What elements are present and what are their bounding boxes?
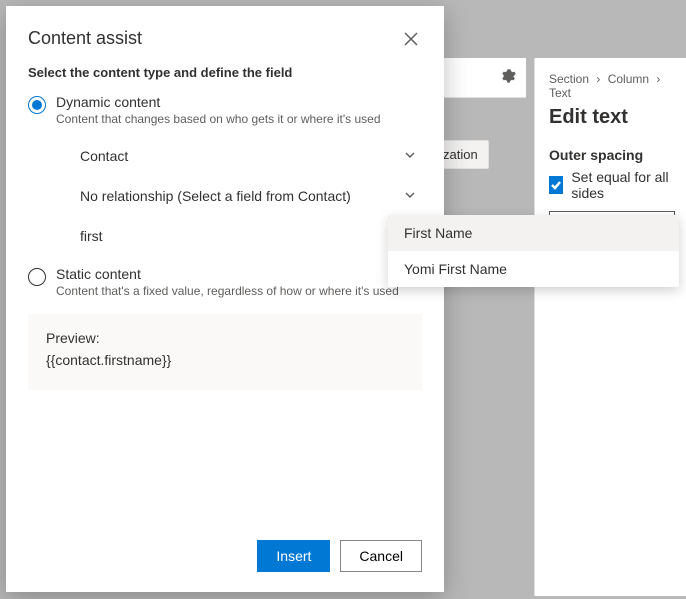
relationship-value: No relationship (Select a field from Con… xyxy=(80,188,351,204)
insert-button[interactable]: Insert xyxy=(257,540,330,572)
dynamic-option-desc: Content that changes based on who gets i… xyxy=(56,112,381,126)
field-autocomplete-popup: First Name Yomi First Name xyxy=(388,215,679,287)
radio-icon[interactable] xyxy=(28,268,46,286)
breadcrumb-column[interactable]: Column xyxy=(608,72,649,86)
dynamic-option-title: Dynamic content xyxy=(56,94,381,110)
modal-subtitle: Select the content type and define the f… xyxy=(6,59,444,88)
relationship-dropdown[interactable]: No relationship (Select a field from Con… xyxy=(76,178,422,214)
preview-value: {{contact.firstname}} xyxy=(46,352,404,368)
modal-title: Content assist xyxy=(28,28,142,49)
static-option-title: Static content xyxy=(56,266,399,282)
outer-spacing-label: Outer spacing xyxy=(549,147,678,163)
breadcrumb-section[interactable]: Section xyxy=(549,72,589,86)
static-content-option[interactable]: Static content Content that's a fixed va… xyxy=(6,260,444,304)
chevron-down-icon xyxy=(404,148,416,164)
entity-dropdown[interactable]: Contact xyxy=(76,138,422,174)
preview-label: Preview: xyxy=(46,330,404,346)
field-search-value: first xyxy=(80,228,103,244)
panel-title: Edit text xyxy=(549,106,678,129)
content-assist-modal: Content assist Select the content type a… xyxy=(6,6,444,592)
properties-panel: Section › Column › Text Edit text Outer … xyxy=(534,58,686,596)
checkbox-icon[interactable] xyxy=(549,176,563,194)
autocomplete-item[interactable]: First Name xyxy=(388,215,679,251)
equal-sides-label: Set equal for all sides xyxy=(571,169,678,201)
static-option-desc: Content that's a fixed value, regardless… xyxy=(56,284,399,298)
chevron-down-icon xyxy=(404,188,416,204)
toolbar xyxy=(444,58,526,98)
field-search-input[interactable]: first xyxy=(76,218,422,254)
close-button[interactable] xyxy=(400,28,422,53)
settings-icon[interactable] xyxy=(500,68,516,87)
breadcrumb: Section › Column › Text xyxy=(549,72,678,100)
chevron-right-icon: › xyxy=(596,72,600,86)
breadcrumb-text[interactable]: Text xyxy=(549,86,571,100)
preview-box: Preview: {{contact.firstname}} xyxy=(28,314,422,390)
chevron-right-icon: › xyxy=(656,72,660,86)
entity-value: Contact xyxy=(80,148,128,164)
dynamic-content-option[interactable]: Dynamic content Content that changes bas… xyxy=(6,88,444,132)
autocomplete-item[interactable]: Yomi First Name xyxy=(388,251,679,287)
equal-sides-checkbox-row[interactable]: Set equal for all sides xyxy=(549,169,678,201)
cancel-button[interactable]: Cancel xyxy=(340,540,422,572)
radio-icon[interactable] xyxy=(28,96,46,114)
